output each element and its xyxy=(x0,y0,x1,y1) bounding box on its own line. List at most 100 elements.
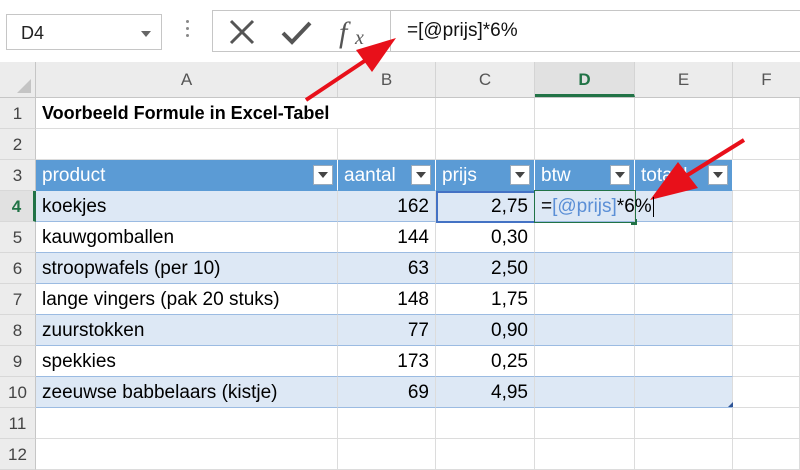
table-cell-prijs[interactable]: 0,90 xyxy=(436,315,535,346)
column-header-c[interactable]: C xyxy=(436,62,535,97)
table-cell-btw[interactable] xyxy=(535,346,635,377)
table-cell-totaal[interactable] xyxy=(635,253,733,284)
grid-cell[interactable] xyxy=(535,408,635,439)
table-cell-product[interactable]: lange vingers (pak 20 stuks) xyxy=(36,284,338,315)
table-header-btw[interactable]: btw xyxy=(535,160,635,191)
grid-cell[interactable] xyxy=(635,129,733,160)
row-header-12[interactable]: 12 xyxy=(0,439,36,470)
grid-cell[interactable] xyxy=(36,129,338,160)
cancel-icon[interactable] xyxy=(223,15,263,49)
table-cell-product[interactable]: stroopwafels (per 10) xyxy=(36,253,338,284)
table-cell-aantal[interactable]: 69 xyxy=(338,377,436,408)
table-cell-aantal[interactable]: 162 xyxy=(338,191,436,222)
table-cell-product[interactable]: zeeuwse babbelaars (kistje) xyxy=(36,377,338,408)
column-header-e[interactable]: E xyxy=(635,62,733,97)
name-box-dropdown-icon[interactable] xyxy=(141,31,151,37)
active-cell-editor[interactable]: =[@prijs]*6% xyxy=(535,191,654,222)
grid-cell[interactable] xyxy=(338,439,436,470)
table-cell-btw[interactable] xyxy=(535,377,635,408)
name-box[interactable]: D4 xyxy=(6,14,162,50)
table-cell-totaal[interactable] xyxy=(635,284,733,315)
grid-cell[interactable] xyxy=(733,98,800,129)
grid-cell[interactable] xyxy=(733,160,800,191)
grid-cell[interactable] xyxy=(36,439,338,470)
grid-cell[interactable] xyxy=(635,439,733,470)
grid-cell[interactable] xyxy=(436,439,535,470)
table-cell-totaal[interactable] xyxy=(635,346,733,377)
table-cell-totaal[interactable] xyxy=(635,222,733,253)
row-header-9[interactable]: 9 xyxy=(0,346,36,377)
row-header-6[interactable]: 6 xyxy=(0,253,36,284)
grid-cell[interactable] xyxy=(733,346,800,377)
grid-cell[interactable] xyxy=(635,408,733,439)
table-cell-btw[interactable] xyxy=(535,222,635,253)
table-cell-btw[interactable] xyxy=(535,253,635,284)
row-header-7[interactable]: 7 xyxy=(0,284,36,315)
table-cell-product[interactable]: zuurstokken xyxy=(36,315,338,346)
grid-cell[interactable] xyxy=(535,129,635,160)
table-cell-aantal[interactable]: 148 xyxy=(338,284,436,315)
table-cell-prijs[interactable]: 2,75 xyxy=(436,191,535,222)
table-cell-aantal[interactable]: 63 xyxy=(338,253,436,284)
enter-check-icon[interactable] xyxy=(277,15,317,49)
table-cell-btw[interactable] xyxy=(535,315,635,346)
table-cell-aantal[interactable]: 173 xyxy=(338,346,436,377)
grid-cell[interactable] xyxy=(535,439,635,470)
grid-cell[interactable] xyxy=(733,315,800,346)
grid-cell[interactable] xyxy=(436,129,535,160)
grid-cell[interactable] xyxy=(338,408,436,439)
row-header-8[interactable]: 8 xyxy=(0,315,36,346)
grid-cell[interactable] xyxy=(733,284,800,315)
row-header-10[interactable]: 10 xyxy=(0,377,36,408)
insert-function-icon[interactable]: f x xyxy=(335,15,375,49)
table-cell-totaal[interactable] xyxy=(635,377,733,408)
column-header-f[interactable]: F xyxy=(733,62,800,97)
grid-cell[interactable] xyxy=(733,222,800,253)
select-all-button[interactable] xyxy=(0,62,36,97)
table-cell-prijs[interactable]: 4,95 xyxy=(436,377,535,408)
table-header-totaal[interactable]: totaal xyxy=(635,160,733,191)
grid-cell[interactable] xyxy=(733,129,800,160)
filter-dropdown-icon[interactable] xyxy=(708,165,728,185)
table-cell-btw[interactable] xyxy=(535,284,635,315)
table-cell-prijs[interactable]: 1,75 xyxy=(436,284,535,315)
grid-cell[interactable] xyxy=(733,377,800,408)
table-cell-prijs[interactable]: 0,25 xyxy=(436,346,535,377)
grid-cell[interactable] xyxy=(635,98,733,129)
column-header-d[interactable]: D xyxy=(535,62,635,97)
grid-cell[interactable] xyxy=(436,408,535,439)
row-header-5[interactable]: 5 xyxy=(0,222,36,253)
grid-cell[interactable] xyxy=(338,98,436,129)
row-header-3[interactable]: 3 xyxy=(0,160,36,191)
filter-dropdown-icon[interactable] xyxy=(510,165,530,185)
table-cell-totaal[interactable] xyxy=(635,315,733,346)
grid-cell[interactable] xyxy=(733,253,800,284)
grid-cell[interactable] xyxy=(733,439,800,470)
table-cell-product[interactable]: spekkies xyxy=(36,346,338,377)
table-cell-aantal[interactable]: 77 xyxy=(338,315,436,346)
row-header-1[interactable]: 1 xyxy=(0,98,36,129)
grid-cell[interactable] xyxy=(733,408,800,439)
table-cell-prijs[interactable]: 0,30 xyxy=(436,222,535,253)
table-cell-product[interactable]: koekjes xyxy=(36,191,338,222)
row-header-4[interactable]: 4 xyxy=(0,191,36,222)
filter-dropdown-icon[interactable] xyxy=(411,165,431,185)
table-header-aantal[interactable]: aantal xyxy=(338,160,436,191)
grid-cell[interactable] xyxy=(733,191,800,222)
drag-handle-icon[interactable] xyxy=(186,20,190,42)
grid-cell[interactable] xyxy=(36,408,338,439)
table-resize-handle[interactable] xyxy=(728,402,733,407)
row-header-11[interactable]: 11 xyxy=(0,408,36,439)
table-cell-prijs[interactable]: 2,50 xyxy=(436,253,535,284)
table-header-product[interactable]: product xyxy=(36,160,338,191)
formula-input[interactable]: =[@prijs]*6% xyxy=(390,10,800,52)
grid-cell[interactable] xyxy=(338,129,436,160)
grid-cell[interactable] xyxy=(535,98,635,129)
table-cell-aantal[interactable]: 144 xyxy=(338,222,436,253)
column-header-b[interactable]: B xyxy=(338,62,436,97)
sheet-title[interactable]: Voorbeeld Formule in Excel-Tabel xyxy=(36,98,338,129)
row-header-2[interactable]: 2 xyxy=(0,129,36,160)
filter-dropdown-icon[interactable] xyxy=(313,165,333,185)
grid-cell[interactable] xyxy=(436,98,535,129)
column-header-a[interactable]: A xyxy=(36,62,338,97)
